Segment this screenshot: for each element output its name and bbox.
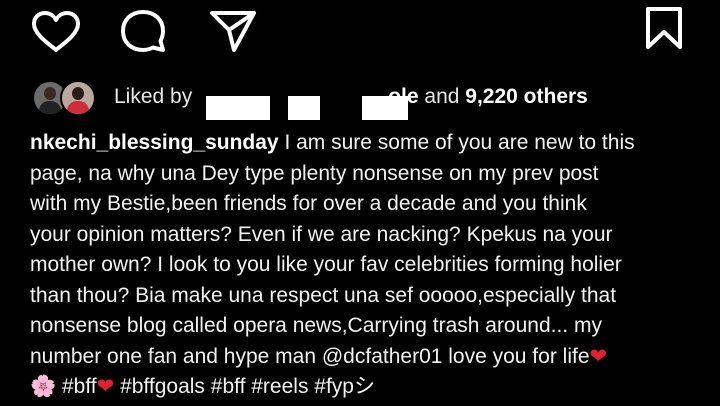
heart-emoji-icon: ❤ <box>589 344 608 368</box>
avatar[interactable] <box>60 80 96 116</box>
caption-line: your opinion matters? Even if we are nac… <box>30 222 613 246</box>
caption-line: nkechi_blessing_sunday I am sure some of… <box>30 131 635 154</box>
bookmark-icon[interactable] <box>644 6 684 50</box>
paper-plane-icon[interactable] <box>208 8 258 54</box>
redaction-block <box>288 96 320 120</box>
caption-line: than thou? Bia make una respect una sef … <box>30 283 617 307</box>
caption-hashtags-line: 🌸 #bff❤ #bffgoals #bff #reels #fypシ <box>30 372 700 403</box>
heart-outline-icon[interactable] <box>30 10 82 54</box>
caption-line: page, na why una Dey type plenty nonsens… <box>30 161 599 185</box>
redaction-block <box>362 96 408 120</box>
caption-username-link[interactable]: nkechi_blessing_sunday <box>30 131 279 154</box>
hashtag-link[interactable]: #bffgoals #bff #reels #fyp <box>114 375 354 398</box>
post-action-bar <box>0 0 720 60</box>
likes-summary[interactable]: Liked byole and 9,220 others <box>114 85 588 109</box>
heart-emoji-icon: ❤ <box>96 375 115 398</box>
caption-line: number one fan and hype man @dcfather01 … <box>30 344 608 368</box>
caption-line: with my Bestie,been friends for over a d… <box>30 192 587 215</box>
flower-emoji-icon: 🌸 <box>30 375 57 398</box>
post-caption: nkechi_blessing_sunday I am sure some of… <box>30 128 700 403</box>
likes-connector: and <box>424 85 460 108</box>
comment-bubble-icon[interactable] <box>118 8 168 54</box>
caption-line: nonsense blog called opera news,Carrying… <box>30 314 602 337</box>
hashtag-tail: シ <box>353 375 375 398</box>
liked-by-label: Liked by <box>114 85 193 108</box>
redaction-block <box>206 96 270 120</box>
others-count-link[interactable]: 9,220 others <box>465 85 588 108</box>
hashtag-link[interactable]: #bff <box>56 375 97 398</box>
likes-row[interactable]: Liked byole and 9,220 others <box>32 76 712 120</box>
caption-line: mother own? I look to you like your fav … <box>30 253 622 276</box>
